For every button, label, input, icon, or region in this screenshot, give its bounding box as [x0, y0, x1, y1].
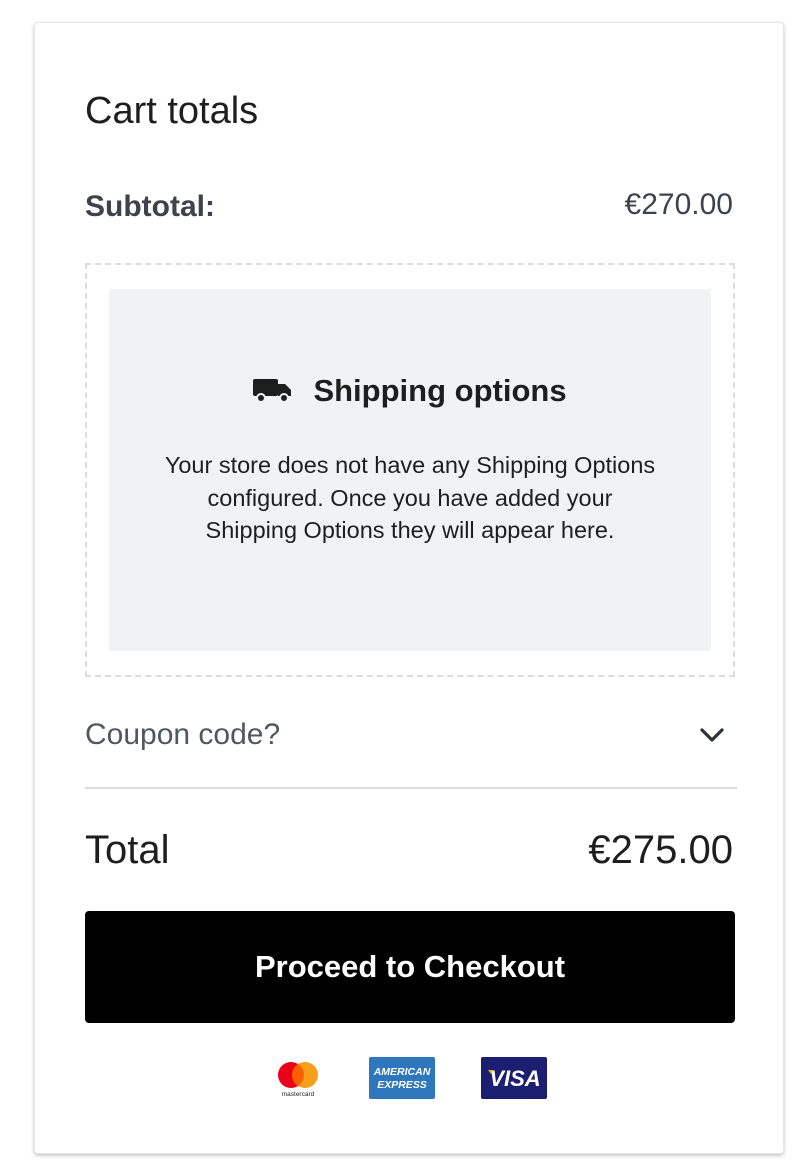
payment-methods: mastercard AMERICAN EXPRESS VISA — [35, 1057, 785, 1099]
page-title: Cart totals — [85, 90, 259, 132]
coupon-code-label: Coupon code? — [85, 718, 281, 751]
total-label: Total — [85, 828, 170, 872]
chevron-down-icon — [700, 728, 724, 742]
coupon-code-toggle[interactable]: Coupon code? — [85, 707, 737, 789]
svg-text:AMERICAN: AMERICAN — [373, 1066, 431, 1078]
shipping-options-placeholder: Shipping options Your store does not hav… — [85, 263, 735, 677]
total-value: €275.00 — [588, 828, 733, 872]
shipping-options-title: Shipping options — [313, 373, 567, 408]
shipping-options-heading: Shipping options — [109, 371, 711, 411]
subtotal-value: €270.00 — [624, 188, 733, 221]
visa-icon: VISA — [481, 1057, 547, 1099]
shipping-options-panel: Shipping options Your store does not hav… — [109, 289, 711, 651]
proceed-to-checkout-button[interactable]: Proceed to Checkout — [85, 911, 735, 1023]
mastercard-icon: mastercard — [278, 1062, 318, 1098]
shipping-options-description: Your store does not have any Shipping Op… — [164, 452, 656, 543]
svg-text:mastercard: mastercard — [282, 1091, 315, 1098]
cart-totals-card: Cart totals Subtotal: €270.00 Shipping o… — [34, 22, 784, 1154]
truck-icon — [253, 379, 292, 403]
svg-text:VISA: VISA — [489, 1066, 540, 1091]
svg-text:EXPRESS: EXPRESS — [377, 1079, 427, 1091]
american-express-icon: AMERICAN EXPRESS — [369, 1057, 435, 1099]
subtotal-label: Subtotal: — [85, 190, 215, 223]
